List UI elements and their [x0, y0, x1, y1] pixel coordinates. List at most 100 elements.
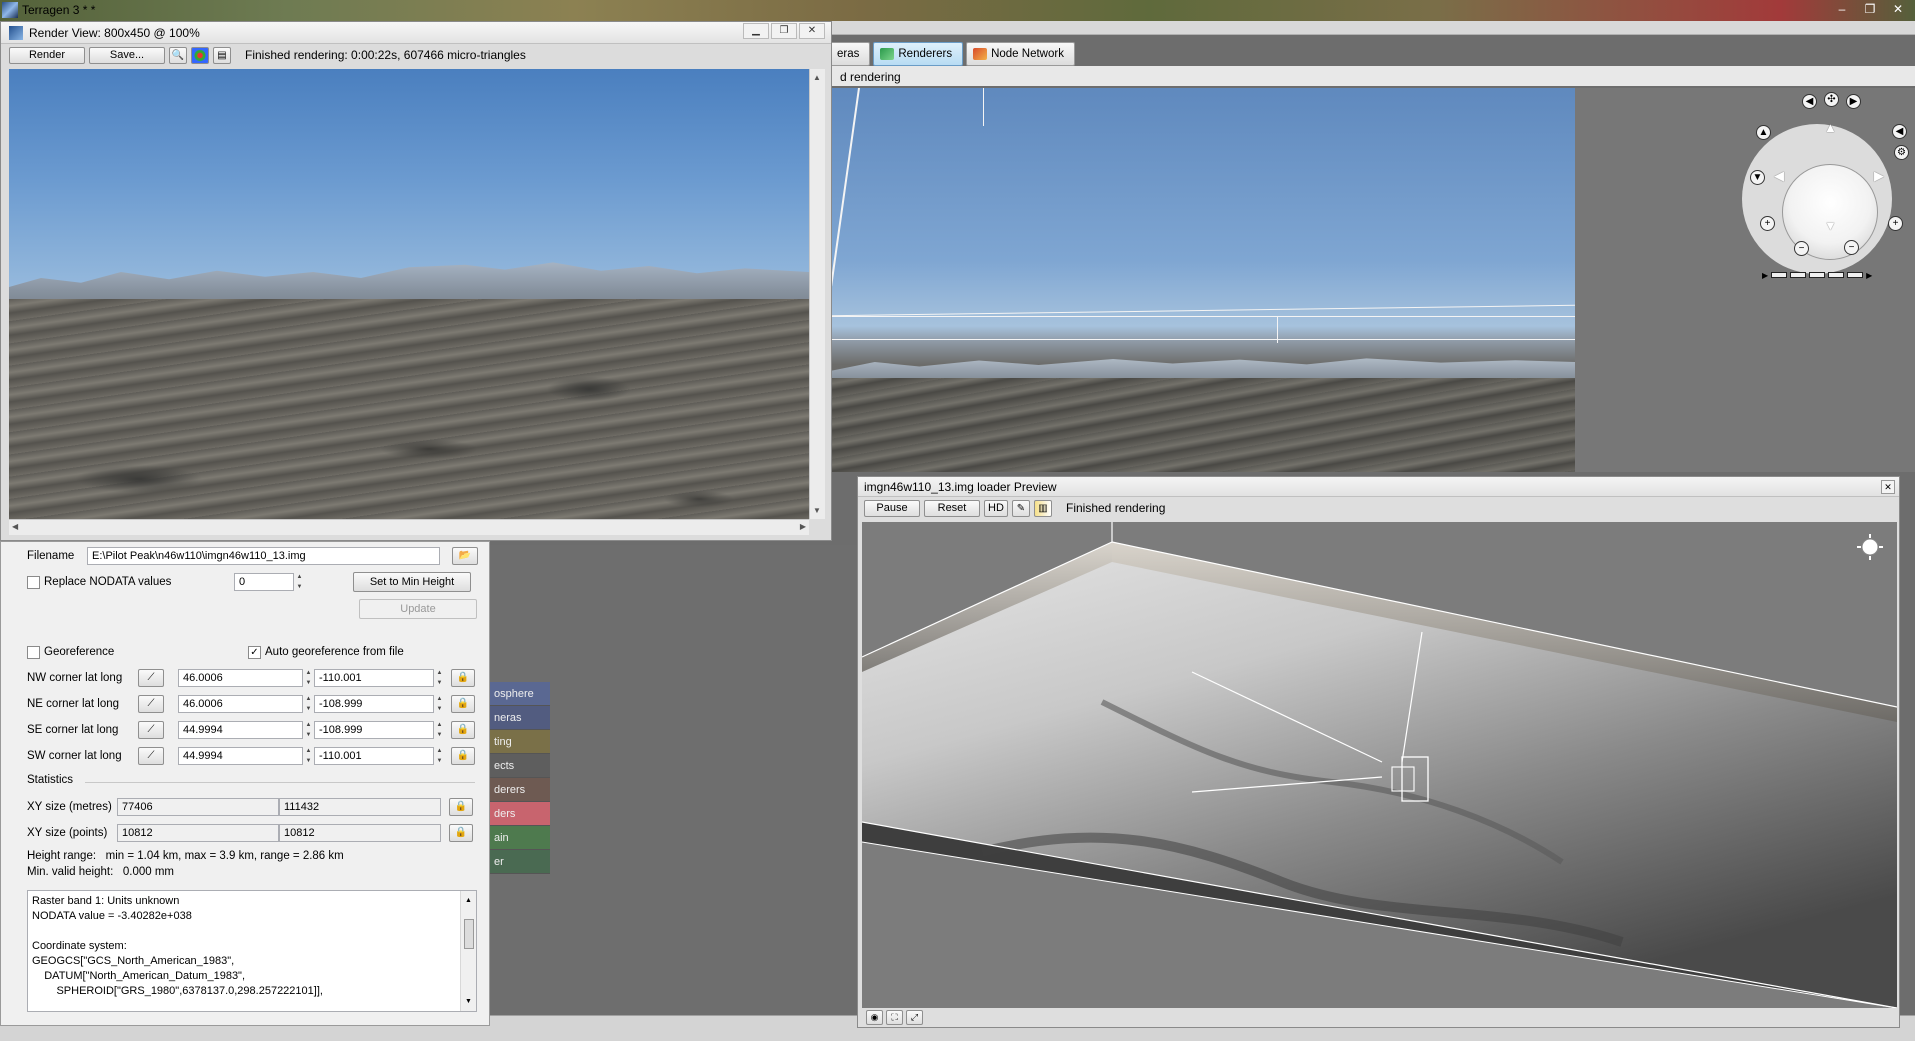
filename-label: Filename: [27, 550, 75, 562]
heightfield-preview-canvas[interactable]: [862, 522, 1897, 1008]
brush-icon[interactable]: ✎: [1012, 499, 1030, 517]
display-options-icon[interactable]: ▥: [1034, 499, 1052, 517]
reset-button[interactable]: Reset: [924, 499, 980, 517]
render-vertical-scrollbar[interactable]: ▲ ▼: [809, 69, 825, 519]
lon-spinner[interactable]: ▲ ▼: [434, 747, 445, 765]
node-category-terrain[interactable]: ain: [490, 826, 550, 850]
tab-renderers[interactable]: Renderers: [873, 42, 964, 66]
lat-spinner[interactable]: ▲ ▼: [303, 747, 314, 765]
orbit-left-arrow-icon[interactable]: ◀: [1774, 168, 1784, 184]
tab-cameras[interactable]: eras: [830, 42, 871, 66]
render-info-icon[interactable]: ▤: [213, 46, 231, 64]
navigator-home-icon[interactable]: ✣: [1824, 92, 1839, 107]
lat-spinner[interactable]: ▲ ▼: [303, 721, 314, 739]
info-scrollbar[interactable]: ▲ ▼: [460, 891, 476, 1011]
node-category-cameras[interactable]: neras: [490, 706, 550, 730]
scroll-right-icon[interactable]: ▶: [800, 522, 806, 531]
navigator-settings-icon[interactable]: ⚙: [1894, 145, 1909, 160]
minimize-button[interactable]: ▁: [743, 23, 769, 39]
zoom-in-icon[interactable]: +: [1760, 216, 1775, 231]
corner-lat-field[interactable]: 46.0006: [178, 695, 303, 713]
scroll-up-icon[interactable]: ▲: [465, 893, 472, 908]
render-horizontal-scrollbar[interactable]: ◀ ▶: [9, 519, 809, 535]
pick-location-icon[interactable]: ⟋: [138, 721, 164, 739]
eye-icon[interactable]: ◉: [866, 1009, 883, 1025]
pause-button[interactable]: Pause: [864, 499, 920, 517]
zoom-out-icon[interactable]: −: [1844, 240, 1859, 255]
render-button[interactable]: Render: [9, 46, 85, 64]
pick-location-icon[interactable]: ⟋: [138, 747, 164, 765]
snapshot-icon[interactable]: ⤢: [906, 1009, 923, 1025]
scroll-left-icon[interactable]: ◀: [12, 522, 18, 531]
pick-location-icon[interactable]: ⟋: [138, 669, 164, 687]
corner-lon-field[interactable]: -108.999: [314, 721, 434, 739]
lock-icon[interactable]: 🔒: [451, 669, 475, 687]
navigator-up-icon[interactable]: ▲: [1756, 125, 1771, 140]
scroll-down-icon[interactable]: ▼: [465, 994, 472, 1009]
pick-location-icon[interactable]: ⟋: [138, 695, 164, 713]
view-navigator[interactable]: ◀ ✣ ▶ ▲ ▼ + − − + ⚙ ◀ ▲ ▼ ◀ ▶ ▶ ▶: [1740, 88, 1915, 283]
orbit-down-arrow-icon[interactable]: ▼: [1824, 218, 1837, 233]
preview-titlebar[interactable]: imgn46w110_13.img loader Preview ✕: [858, 477, 1899, 497]
nodata-spinner[interactable]: ▲ ▼: [294, 573, 305, 591]
orbit-up-arrow-icon[interactable]: ▲: [1824, 120, 1837, 135]
close-button[interactable]: ✕: [799, 23, 825, 39]
hd-button[interactable]: HD: [984, 499, 1008, 517]
navigator-right-icon[interactable]: ◀: [1892, 124, 1907, 139]
lat-spinner[interactable]: ▲ ▼: [303, 669, 314, 687]
navigator-left-icon[interactable]: ◀: [1802, 94, 1817, 109]
corner-lat-field[interactable]: 44.9994: [178, 721, 303, 739]
node-category-renderers[interactable]: derers: [490, 778, 550, 802]
node-category-shaders[interactable]: ders: [490, 802, 550, 826]
sun-icon[interactable]: [1857, 534, 1883, 560]
maximize-button[interactable]: ❐: [771, 23, 797, 39]
color-channels-icon[interactable]: [191, 46, 209, 64]
update-button[interactable]: Update: [359, 599, 477, 619]
save-button[interactable]: Save...: [89, 46, 165, 64]
auto-georeference-checkbox[interactable]: ✓: [248, 645, 261, 659]
3d-preview-viewport[interactable]: [830, 88, 1575, 472]
lock-icon[interactable]: 🔒: [449, 824, 473, 842]
corner-lon-field[interactable]: -110.001: [314, 669, 434, 687]
set-min-height-button[interactable]: Set to Min Height: [353, 572, 471, 592]
lock-icon[interactable]: 🔒: [451, 721, 475, 739]
lat-spinner[interactable]: ▲ ▼: [303, 695, 314, 713]
replace-nodata-checkbox[interactable]: [27, 575, 40, 589]
navigator-down-icon[interactable]: ▼: [1750, 170, 1765, 185]
close-icon[interactable]: ✕: [1881, 480, 1895, 494]
close-button[interactable]: ✕: [1885, 1, 1911, 18]
raster-info-textarea[interactable]: Raster band 1: Units unknown NODATA valu…: [27, 890, 477, 1012]
lon-spinner[interactable]: ▲ ▼: [434, 695, 445, 713]
fit-view-icon[interactable]: ⛶: [886, 1009, 903, 1025]
tab-node-network[interactable]: Node Network: [966, 42, 1075, 66]
node-category-atmosphere[interactable]: osphere: [490, 682, 550, 706]
corner-lat-field[interactable]: 46.0006: [178, 669, 303, 687]
lon-spinner[interactable]: ▲ ▼: [434, 669, 445, 687]
node-category-water[interactable]: er: [490, 850, 550, 874]
lock-icon[interactable]: 🔒: [451, 695, 475, 713]
filename-field[interactable]: E:\Pilot Peak\n46w110\imgn46w110_13.img: [87, 547, 440, 565]
orbit-right-arrow-icon[interactable]: ▶: [1874, 168, 1884, 184]
node-category-lighting[interactable]: ting: [490, 730, 550, 754]
render-view-titlebar[interactable]: Render View: 800x450 @ 100% ▁ ❐ ✕: [1, 22, 831, 44]
navigator-right-icon[interactable]: ▶: [1846, 94, 1861, 109]
corner-lon-field[interactable]: -108.999: [314, 695, 434, 713]
maximize-button[interactable]: ❐: [1857, 1, 1883, 18]
lock-icon[interactable]: 🔒: [451, 747, 475, 765]
scroll-thumb[interactable]: [464, 919, 474, 949]
open-folder-icon[interactable]: 📂: [452, 547, 478, 565]
zoom-icon[interactable]: 🔍: [169, 46, 187, 64]
georeference-checkbox[interactable]: [27, 645, 40, 659]
corner-lat-field[interactable]: 44.9994: [178, 747, 303, 765]
zoom-in-icon[interactable]: +: [1888, 216, 1903, 231]
lock-icon[interactable]: 🔒: [449, 798, 473, 816]
lon-spinner[interactable]: ▲ ▼: [434, 721, 445, 739]
scroll-up-icon[interactable]: ▲: [813, 73, 821, 82]
speed-slider[interactable]: ▶ ▶: [1762, 270, 1892, 280]
corner-lon-field[interactable]: -110.001: [314, 747, 434, 765]
zoom-out-icon[interactable]: −: [1794, 241, 1809, 256]
nodata-value-field[interactable]: 0: [234, 573, 294, 591]
minimize-button[interactable]: –: [1829, 1, 1855, 18]
node-category-objects[interactable]: ects: [490, 754, 550, 778]
scroll-down-icon[interactable]: ▼: [813, 506, 821, 515]
